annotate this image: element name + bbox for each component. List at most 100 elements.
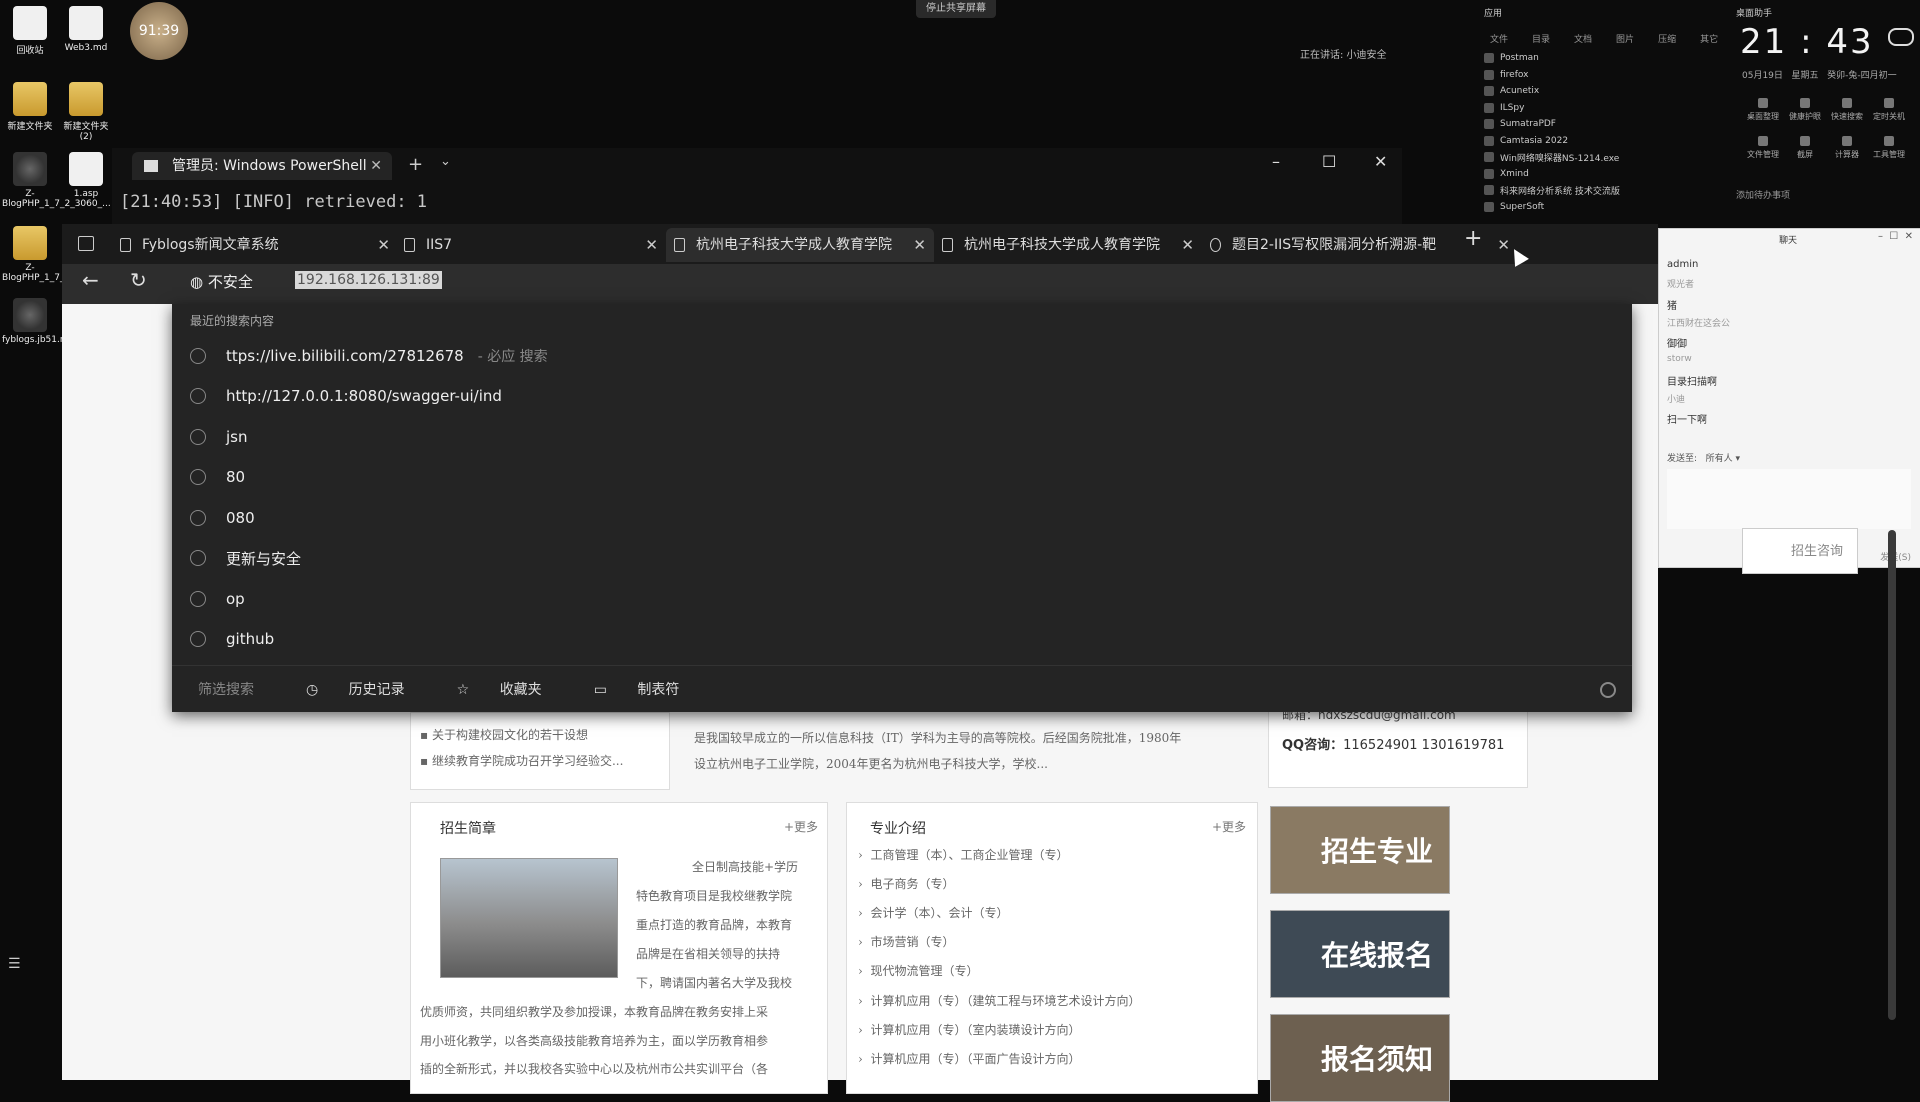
- tool-desktop-organize[interactable]: 桌面整理: [1742, 98, 1784, 122]
- close-window-button[interactable]: ✕: [1374, 152, 1387, 171]
- tab-hdu-active[interactable]: 杭州电子科技大学成人教育学院 ✕: [666, 228, 934, 262]
- category-files[interactable]: 文件: [1490, 32, 1508, 45]
- tool-screenshot[interactable]: 截屏: [1784, 136, 1826, 160]
- close-icon[interactable]: ✕: [913, 228, 926, 262]
- tab-actions-icon[interactable]: [78, 236, 94, 251]
- admissions-text: 用小班化教学，以各类高级技能教育培养为主，面以学历教育相参: [420, 1034, 769, 1048]
- app-item[interactable]: 科来网络分析系统 技术交流版: [1484, 182, 1620, 199]
- chat-message: 目录扫描啊: [1667, 377, 1717, 388]
- banner-online-signup[interactable]: 在线报名: [1270, 910, 1450, 998]
- close-icon[interactable]: ✕: [377, 228, 390, 262]
- history-button[interactable]: ◷ 历史记录: [280, 679, 405, 699]
- minimize-button[interactable]: –: [1272, 152, 1280, 171]
- globe-icon: ◍: [190, 273, 204, 291]
- tool-file-manager[interactable]: 文件管理: [1742, 136, 1784, 160]
- desktop-icon-folder-2[interactable]: 新建文件夹 (2): [58, 82, 114, 142]
- desktop-icon-rar[interactable]: fyblogs.jb51.rar: [2, 298, 73, 345]
- suggestion-item[interactable]: github: [190, 619, 1610, 659]
- tab-fyblogs[interactable]: Fyblogs新闻文章系统 ✕: [112, 228, 398, 262]
- app-item[interactable]: firefox: [1484, 67, 1620, 84]
- chat-message: 扫一下啊: [1667, 415, 1707, 426]
- back-button[interactable]: ←: [82, 268, 99, 292]
- news-item[interactable]: ▪ 关于构建校园文化的若干设想: [420, 726, 588, 743]
- category-docs[interactable]: 文档: [1574, 32, 1592, 45]
- major-item[interactable]: › 计算机应用（专）（室内装璜设计方向）: [858, 1021, 1080, 1038]
- suggestion-item[interactable]: 更新与安全: [190, 538, 1610, 578]
- app-item[interactable]: ILSpy: [1484, 100, 1620, 117]
- major-item[interactable]: › 市场营销（专）: [858, 933, 954, 950]
- add-todo-link[interactable]: 添加待办事项: [1736, 188, 1790, 201]
- suggestion-item[interactable]: ttps://live.bilibili.com/27812678- 必应 搜索: [190, 336, 1610, 376]
- close-icon[interactable]: ✕: [645, 228, 658, 262]
- category-dirs[interactable]: 目录: [1532, 32, 1550, 45]
- send-to-row[interactable]: 发送至: 所有人 ▾: [1667, 451, 1740, 464]
- major-item[interactable]: › 会计学（本）、会计（专）: [858, 904, 1008, 921]
- tool-eye-care[interactable]: 健康护眼: [1784, 98, 1826, 122]
- stop-share-button[interactable]: 停止共享屏幕: [916, 0, 996, 18]
- app-item[interactable]: Acunetix: [1484, 83, 1620, 100]
- tool-quick-search[interactable]: 快速搜索: [1826, 98, 1868, 122]
- launcher-categories: 文件 目录 文档 图片 压缩 其它: [1490, 32, 1718, 45]
- url-input[interactable]: 192.168.126.131:89: [295, 271, 442, 289]
- page-scrollbar[interactable]: [1888, 530, 1896, 1020]
- tab-iis7[interactable]: IIS7 ✕: [396, 228, 666, 262]
- new-tab-button[interactable]: +: [1464, 226, 1482, 251]
- app-item[interactable]: SumatraPDF: [1484, 116, 1620, 133]
- desktop-icon-recycle-bin[interactable]: 回收站: [2, 6, 58, 56]
- desktop-icon-zblog-zip[interactable]: Z-BlogPHP_1_7_2_3060_...: [2, 152, 111, 209]
- category-other[interactable]: 其它: [1700, 32, 1718, 45]
- consult-button[interactable]: 招生咨询: [1742, 528, 1858, 574]
- majors-more-link[interactable]: +更多: [1212, 818, 1246, 835]
- tool-manager[interactable]: 工具管理: [1868, 136, 1910, 160]
- tab-hdu[interactable]: 杭州电子科技大学成人教育学院 ✕: [934, 228, 1202, 262]
- admissions-title: 招生简章: [440, 821, 496, 837]
- desktop-icon-zblog-folder[interactable]: Z-BlogPHP_1_7_2_3060_...: [2, 226, 111, 283]
- news-item[interactable]: ▪ 继续教育学院成功召开学习经验交...: [420, 752, 623, 769]
- close-icon[interactable]: ✕: [1497, 228, 1510, 262]
- close-icon[interactable]: ✕: [1181, 228, 1194, 262]
- app-item[interactable]: SuperSoft: [1484, 199, 1620, 216]
- refresh-button[interactable]: ↻: [130, 268, 147, 292]
- desktop-icon-asp[interactable]: 1.asp: [58, 152, 114, 199]
- app-item[interactable]: Camtasia 2022: [1484, 133, 1620, 150]
- major-item[interactable]: › 现代物流管理（专）: [858, 962, 978, 979]
- close-icon[interactable]: ✕: [370, 152, 382, 180]
- favorites-button[interactable]: ☆ 收藏夹: [431, 679, 542, 699]
- major-item[interactable]: › 工商管理（本）、工商企业管理（专）: [858, 846, 1068, 863]
- suggestion-item[interactable]: jsn: [190, 417, 1610, 457]
- gear-icon[interactable]: [1600, 682, 1616, 698]
- category-archives[interactable]: 压缩: [1658, 32, 1676, 45]
- chat-input[interactable]: [1667, 469, 1911, 529]
- chat-message: admin: [1667, 259, 1699, 270]
- app-item[interactable]: Xmind: [1484, 166, 1620, 183]
- intro-text: 是我国较早成立的一所以信息科技（IT）学科为主导的高等院校。后经国务院批准，19…: [694, 731, 1182, 745]
- admissions-more-link[interactable]: +更多: [784, 818, 818, 835]
- app-item[interactable]: Win网络嗅探器NS-1214.exe: [1484, 149, 1620, 166]
- suggestion-item[interactable]: http://127.0.0.1:8080/swagger-ui/ind: [190, 376, 1610, 416]
- tool-calculator[interactable]: 计算器: [1826, 136, 1868, 160]
- security-indicator[interactable]: ◍ 不安全: [190, 271, 253, 292]
- powershell-tab[interactable]: 管理员: Windows PowerShell ✕: [132, 152, 392, 180]
- tool-timed-shutdown[interactable]: 定时关机: [1868, 98, 1910, 122]
- desktop-icon-web3[interactable]: Web3.md: [58, 6, 114, 53]
- app-item[interactable]: Postman: [1484, 50, 1620, 67]
- list-menu-icon[interactable]: ☰: [8, 956, 21, 972]
- chevron-down-icon[interactable]: ⌄: [440, 154, 451, 169]
- history-icon: [190, 591, 206, 607]
- major-item[interactable]: › 计算机应用（专）（平面广告设计方向）: [858, 1050, 1080, 1067]
- chat-window-controls[interactable]: – ☐ ✕: [1878, 231, 1913, 242]
- page-icon: [120, 238, 131, 252]
- new-tab-button[interactable]: +: [408, 154, 423, 175]
- weather-icon: [1888, 28, 1914, 46]
- maximize-button[interactable]: ☐: [1322, 152, 1336, 171]
- suggestion-item[interactable]: 080: [190, 498, 1610, 538]
- suggestion-item[interactable]: 80: [190, 457, 1610, 497]
- major-item[interactable]: › 计算机应用（专）（建筑工程与环境艺术设计方向）: [858, 992, 1140, 1009]
- desktop-icon-folder[interactable]: 新建文件夹: [2, 82, 58, 132]
- tabs-button[interactable]: ▭ 制表符: [568, 679, 680, 699]
- banner-majors[interactable]: 招生专业: [1270, 806, 1450, 894]
- suggestion-item[interactable]: op: [190, 579, 1610, 619]
- banner-signup-notice[interactable]: 报名须知: [1270, 1014, 1450, 1102]
- category-images[interactable]: 图片: [1616, 32, 1634, 45]
- major-item[interactable]: › 电子商务（专）: [858, 875, 954, 892]
